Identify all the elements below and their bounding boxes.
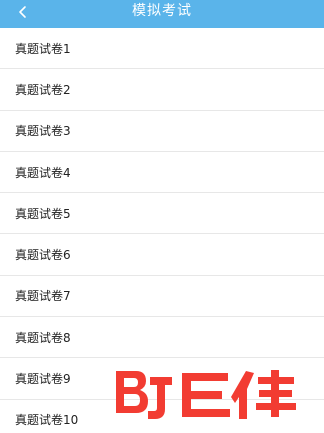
list-item-label: 真题试卷3 bbox=[15, 124, 71, 139]
list-item-exam-paper-8[interactable]: 真题试卷8 bbox=[0, 317, 324, 359]
page-title: 模拟考试 bbox=[132, 3, 192, 19]
list-item-exam-paper-7[interactable]: 真题试卷7 bbox=[0, 275, 324, 318]
list-item-exam-paper-5[interactable]: 真题试卷5 bbox=[0, 193, 324, 235]
top-bar: 模拟考试 bbox=[0, 0, 324, 28]
list-item-label: 真题试卷8 bbox=[15, 330, 71, 345]
list-item-label: 真题试卷1 bbox=[15, 41, 71, 56]
list-item-exam-paper-3[interactable]: 真题试卷3 bbox=[0, 110, 324, 152]
list-item-exam-paper-9[interactable]: 真题试卷9 bbox=[0, 358, 324, 400]
list-item-label: 真题试卷6 bbox=[15, 248, 71, 263]
list-item-exam-paper-1[interactable]: 真题试卷1 bbox=[0, 28, 324, 70]
exam-paper-list: 真题试卷1 真题试卷2 真题试卷3 真题试卷4 真题试卷5 真题试卷6 真题试卷… bbox=[0, 28, 324, 433]
list-item-label: 真题试卷4 bbox=[15, 165, 71, 180]
app-screen: 模拟考试 真题试卷1 真题试卷2 真题试卷3 真题试卷4 真题试卷5 真题试卷6… bbox=[0, 0, 324, 433]
list-item-label: 真题试卷7 bbox=[15, 289, 71, 304]
list-item-label: 真题试卷5 bbox=[15, 206, 71, 221]
list-item-label: 真题试卷2 bbox=[15, 82, 71, 97]
list-item-label: 真题试卷10 bbox=[15, 413, 79, 428]
list-item-exam-paper-4[interactable]: 真题试卷4 bbox=[0, 151, 324, 194]
list-item-exam-paper-10[interactable]: 真题试卷10 bbox=[0, 399, 324, 433]
list-item-label: 真题试卷9 bbox=[15, 372, 71, 387]
list-item-exam-paper-6[interactable]: 真题试卷6 bbox=[0, 234, 324, 276]
list-item-exam-paper-2[interactable]: 真题试卷2 bbox=[0, 69, 324, 111]
